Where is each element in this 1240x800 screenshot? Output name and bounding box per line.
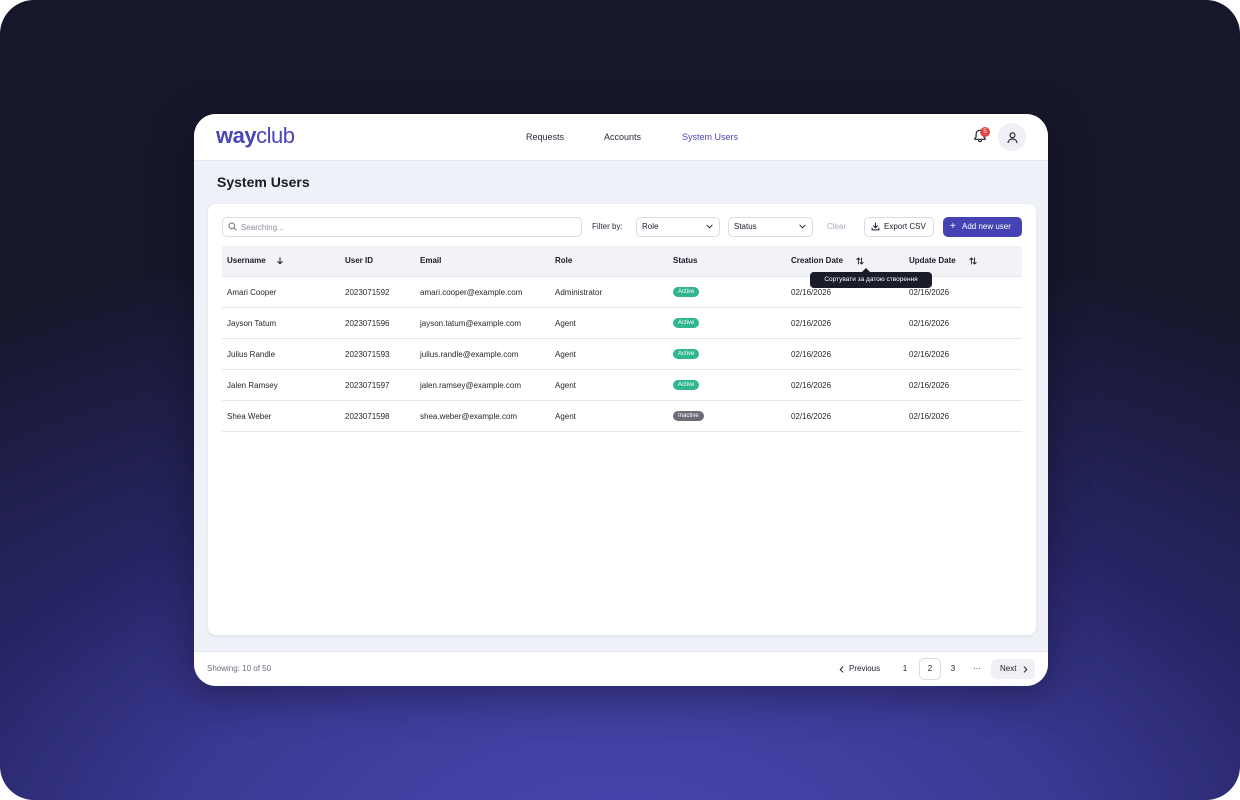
plus-icon: + (950, 221, 956, 232)
filter-by-label: Filter by: (592, 222, 623, 231)
search-box[interactable] (222, 217, 582, 237)
cell-user-id: 2023071593 (345, 350, 390, 359)
page-3-button[interactable]: 3 (946, 659, 960, 679)
top-bar: wayclub Requests Accounts System Users 5 (194, 114, 1048, 161)
cell-role: Agent (555, 319, 576, 328)
wayclub-logo[interactable]: wayclub (216, 122, 295, 150)
column-status: Status (673, 256, 698, 265)
nav-system-users[interactable]: System Users (682, 114, 738, 160)
column-username[interactable]: Username (227, 246, 266, 276)
arrow-down-icon[interactable] (277, 257, 283, 265)
cell-username: Jayson Tatum (227, 319, 277, 328)
page-1-button[interactable]: 1 (898, 659, 912, 679)
more-pages-ellipsis[interactable]: ··· (969, 659, 985, 679)
add-new-user-button[interactable]: + Add new user (943, 217, 1022, 237)
chevron-left-icon (839, 666, 844, 673)
column-user-id: User ID (345, 256, 374, 265)
showing-count: Showing: 10 of 50 (207, 664, 272, 673)
cell-update-date: 02/16/2026 (909, 350, 950, 359)
cell-creation-date: 02/16/2026 (791, 319, 832, 328)
logo-club: club (256, 123, 295, 148)
cell-username: Amari Cooper (227, 288, 277, 297)
cell-email: jayson.tatum@example.com (420, 319, 522, 328)
cell-role: Agent (555, 412, 576, 421)
column-email: Email (420, 256, 442, 265)
cell-email: shea.weber@example.com (420, 412, 518, 421)
status-badge: Active (673, 318, 700, 328)
search-input[interactable] (241, 218, 571, 236)
cell-update-date: 02/16/2026 (909, 412, 950, 421)
status-badge: Active (673, 380, 700, 390)
download-icon (871, 222, 880, 231)
status-select[interactable]: Status (728, 217, 813, 237)
logo-way: way (216, 123, 257, 148)
nav-requests[interactable]: Requests (526, 114, 564, 160)
chevron-down-icon (706, 224, 713, 229)
cell-username: Shea Weber (227, 412, 272, 421)
status-badge: Active (673, 287, 700, 297)
previous-label: Previous (849, 664, 881, 673)
status-badge: Active (673, 349, 700, 359)
cell-email: julius.randle@example.com (420, 350, 519, 359)
table-row[interactable]: Jalen Ramsey 2023071597 jalen.ramsey@exa… (222, 370, 1022, 401)
cell-user-id: 2023071597 (345, 381, 390, 390)
role-select[interactable]: Role (636, 217, 720, 237)
cell-role: Agent (555, 381, 576, 390)
app-window: wayclub Requests Accounts System Users 5… (194, 114, 1048, 686)
cell-update-date: 02/16/2026 (909, 319, 950, 328)
clear-filters-button[interactable]: Clear (827, 217, 846, 237)
notification-badge: 5 (980, 127, 990, 137)
page-title: System Users (217, 174, 310, 190)
pagination-footer: Showing: 10 of 50 Previous 1 2 3 ··· Nex… (194, 651, 1048, 686)
user-menu-button[interactable] (998, 123, 1026, 151)
cell-update-date: 02/16/2026 (909, 381, 950, 390)
user-icon (1006, 131, 1018, 143)
table-row[interactable]: Jayson Tatum 2023071596 jayson.tatum@exa… (222, 308, 1022, 339)
cell-username: Jalen Ramsey (227, 381, 278, 390)
cell-role: Administrator (555, 288, 603, 297)
cell-username: Julius Randle (227, 350, 276, 359)
role-select-value: Role (642, 222, 659, 231)
status-badge: Inactive (673, 411, 704, 421)
export-csv-button[interactable]: Export CSV (864, 217, 934, 237)
cell-user-id: 2023071596 (345, 319, 390, 328)
table-row[interactable]: Julius Randle 2023071593 julius.randle@e… (222, 339, 1022, 370)
cell-creation-date: 02/16/2026 (791, 381, 832, 390)
column-role: Role (555, 256, 573, 265)
sort-icon[interactable] (969, 257, 977, 265)
cell-user-id: 2023071598 (345, 412, 390, 421)
page-2-button[interactable]: 2 (919, 658, 941, 680)
cell-email: jalen.ramsey@example.com (420, 381, 522, 390)
chevron-right-icon (1023, 666, 1028, 673)
cell-user-id: 2023071592 (345, 288, 390, 297)
sort-tooltip: Сортувати за датою створення (810, 268, 932, 288)
table-row[interactable]: Shea Weber 2023071598 shea.weber@example… (222, 401, 1022, 432)
users-card: Filter by: Role Status Clear Export CSV … (208, 204, 1036, 635)
cell-email: amari.cooper@example.com (420, 288, 523, 297)
add-new-user-label: Add new user (962, 222, 1011, 231)
next-page-button[interactable]: Next (991, 659, 1035, 679)
chevron-down-icon (799, 224, 806, 229)
cell-role: Agent (555, 350, 576, 359)
search-icon (228, 222, 237, 231)
status-select-value: Status (734, 222, 757, 231)
previous-page-button[interactable]: Previous (836, 659, 888, 679)
cell-creation-date: 02/16/2026 (791, 350, 832, 359)
nav-accounts[interactable]: Accounts (604, 114, 641, 160)
cell-creation-date: 02/16/2026 (791, 412, 832, 421)
next-label: Next (1000, 664, 1017, 673)
sort-icon[interactable] (856, 257, 864, 265)
export-csv-label: Export CSV (884, 222, 926, 231)
